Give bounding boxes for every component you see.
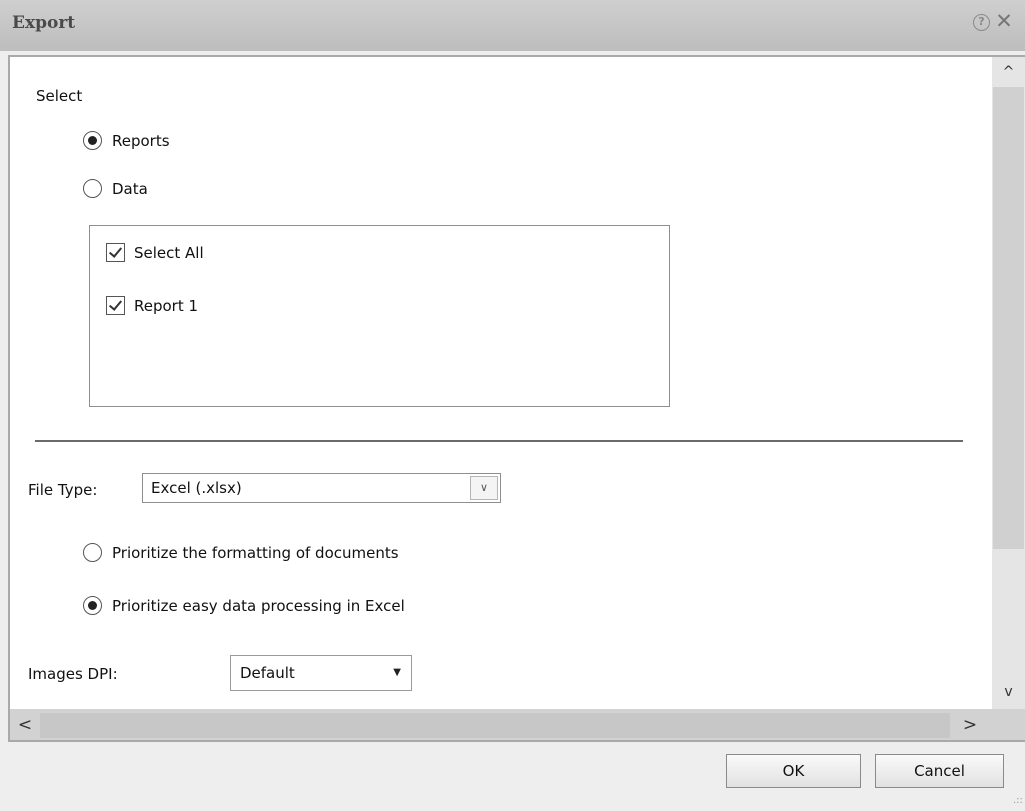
horizontal-scrollbar[interactable]: < > [10, 709, 1025, 740]
images-dpi-select[interactable]: Default ▼ [230, 655, 412, 691]
cancel-button[interactable]: Cancel [875, 754, 1004, 788]
images-dpi-label: Images DPI: [28, 665, 118, 683]
formatting-priority-radio[interactable] [83, 543, 102, 562]
resize-grip-icon[interactable]: .:: [1013, 796, 1024, 810]
reports-radio-label: Reports [112, 131, 170, 150]
scroll-left-icon[interactable]: < [10, 709, 40, 740]
dropdown-arrow-icon[interactable]: ▼ [393, 656, 401, 690]
data-radio[interactable] [83, 179, 102, 198]
data-radio-option[interactable]: Data [83, 179, 148, 198]
select-all-option[interactable]: Select All [106, 243, 204, 262]
data-processing-priority-radio[interactable] [83, 596, 102, 615]
formatting-priority-option[interactable]: Prioritize the formatting of documents [83, 543, 399, 562]
ok-button[interactable]: OK [726, 754, 861, 788]
content-frame: Select Reports Data Select All Report 1 [8, 55, 1025, 742]
data-processing-priority-label: Prioritize easy data processing in Excel [112, 596, 405, 615]
file-type-label: File Type: [28, 481, 98, 499]
report-1-option[interactable]: Report 1 [106, 296, 198, 315]
export-dialog: Export ? ✕ Select Reports Data Select Al… [0, 0, 1025, 811]
help-icon[interactable]: ? [973, 14, 990, 31]
scroll-area: Select Reports Data Select All Report 1 [10, 57, 992, 709]
dialog-title: Export [12, 13, 76, 33]
dialog-footer: OK Cancel .:: [0, 742, 1025, 811]
section-divider [35, 440, 963, 442]
vertical-scroll-thumb[interactable] [993, 87, 1024, 549]
close-icon[interactable]: ✕ [994, 10, 1014, 32]
scroll-right-icon[interactable]: > [955, 709, 985, 740]
report-1-label: Report 1 [134, 296, 199, 315]
reports-radio[interactable] [83, 131, 102, 150]
select-label: Select [36, 87, 83, 105]
report-1-checkbox[interactable] [106, 296, 125, 315]
scroll-up-icon[interactable]: ^ [992, 57, 1025, 87]
chevron-down-icon[interactable]: ∨ [470, 476, 498, 500]
horizontal-scroll-thumb[interactable] [40, 713, 950, 738]
select-all-label: Select All [134, 243, 204, 262]
select-all-checkbox[interactable] [106, 243, 125, 262]
data-processing-priority-option[interactable]: Prioritize easy data processing in Excel [83, 596, 405, 615]
images-dpi-value: Default [240, 664, 295, 682]
scroll-down-icon[interactable]: v [992, 677, 1025, 707]
report-list-box[interactable]: Select All Report 1 [89, 225, 670, 407]
vertical-scrollbar[interactable]: ^ v [992, 57, 1025, 709]
file-type-select[interactable]: Excel (.xlsx) ∨ [142, 473, 501, 503]
file-type-value: Excel (.xlsx) [151, 479, 242, 497]
data-radio-label: Data [112, 179, 148, 198]
title-bar[interactable]: Export ? ✕ [0, 0, 1025, 51]
reports-radio-option[interactable]: Reports [83, 131, 170, 150]
formatting-priority-label: Prioritize the formatting of documents [112, 543, 399, 562]
